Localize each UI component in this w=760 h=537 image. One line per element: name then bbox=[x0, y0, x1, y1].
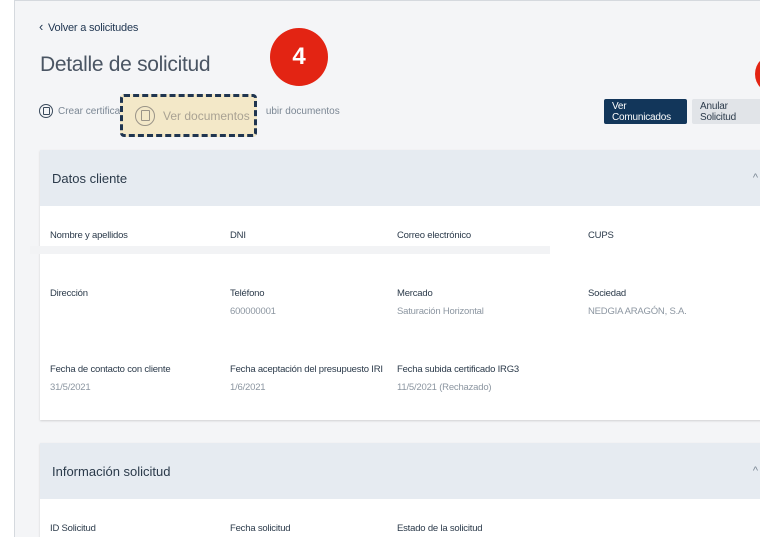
cancel-request-button[interactable]: Anular Solicitud bbox=[692, 99, 760, 124]
request-info-title: Información solicitud bbox=[52, 463, 171, 479]
chevron-up-icon[interactable]: ^ bbox=[753, 465, 758, 477]
step-badge-partial bbox=[755, 54, 760, 94]
field-phone: Teléfono 600000001 bbox=[230, 288, 276, 317]
view-documents-label: Ver documentos bbox=[163, 108, 250, 123]
chevron-up-icon[interactable]: ^ bbox=[753, 172, 758, 184]
client-data-header[interactable]: Datos cliente ^ bbox=[40, 150, 760, 206]
field-phone-label: Teléfono bbox=[230, 288, 265, 299]
field-iri-date-label: Fecha aceptación del presupuesto IRI bbox=[230, 364, 383, 375]
document-icon bbox=[135, 105, 155, 126]
back-link-label: Volver a solicitudes bbox=[48, 22, 139, 34]
field-company-value: NEDGIA ARAGÓN, S.A. bbox=[588, 306, 687, 317]
field-company-label: Sociedad bbox=[588, 288, 627, 299]
field-irg3-date: Fecha subida certificado IRG3 11/5/2021 … bbox=[397, 364, 519, 393]
field-name-label: Nombre y apellidos bbox=[50, 230, 128, 241]
chevron-left-icon: ‹ bbox=[39, 19, 44, 34]
field-request-id: ID Solicitud bbox=[50, 523, 96, 534]
request-info-header[interactable]: Información solicitud ^ bbox=[40, 443, 760, 499]
create-certificate-label: Crear certificad bbox=[58, 105, 126, 117]
upload-documents-action[interactable]: ubir documentos bbox=[266, 106, 340, 117]
certificate-icon bbox=[39, 104, 53, 118]
field-request-id-label: ID Solicitud bbox=[50, 523, 96, 534]
field-email: Correo electrónico bbox=[397, 230, 471, 241]
redacted-bar bbox=[30, 246, 550, 254]
field-request-status-label: Estado de la solicitud bbox=[397, 523, 483, 534]
page-container: ‹ Volver a solicitudes Detalle de solici… bbox=[14, 0, 760, 537]
field-dni-label: DNI bbox=[230, 230, 246, 241]
field-address: Dirección bbox=[50, 288, 88, 299]
field-irg3-date-value: 11/5/2021 (Rechazado) bbox=[397, 382, 492, 393]
create-certificate-action[interactable]: Crear certificad bbox=[39, 104, 126, 118]
upload-documents-label: ubir documentos bbox=[265, 105, 340, 117]
field-market-label: Mercado bbox=[397, 288, 433, 299]
field-request-date: Fecha solicitud bbox=[230, 523, 291, 534]
field-cups: CUPS bbox=[588, 230, 614, 241]
field-dni: DNI bbox=[230, 230, 246, 241]
field-company: Sociedad NEDGIA ARAGÓN, S.A. bbox=[588, 288, 687, 317]
field-address-label: Dirección bbox=[50, 288, 88, 299]
field-phone-value: 600000001 bbox=[230, 306, 276, 317]
view-documents-action[interactable]: Ver documentos bbox=[120, 94, 257, 137]
field-market: Mercado Saturación Horizontal bbox=[397, 288, 484, 317]
request-info-card: Información solicitud ^ ID Solicitud Fec… bbox=[40, 443, 760, 537]
field-iri-date: Fecha aceptación del presupuesto IRI 1/6… bbox=[230, 364, 383, 393]
field-contact-date: Fecha de contacto con cliente 31/5/2021 bbox=[50, 364, 171, 393]
back-link[interactable]: ‹ Volver a solicitudes bbox=[39, 19, 138, 34]
field-email-label: Correo electrónico bbox=[397, 230, 472, 241]
field-request-date-label: Fecha solicitud bbox=[230, 523, 291, 534]
field-contact-date-label: Fecha de contacto con cliente bbox=[50, 364, 171, 375]
field-contact-date-value: 31/5/2021 bbox=[50, 382, 91, 393]
client-data-card: Datos cliente ^ Nombre y apellidos DNI C… bbox=[30, 150, 760, 420]
field-irg3-date-label: Fecha subida certificado IRG3 bbox=[397, 364, 519, 375]
field-request-status: Estado de la solicitud bbox=[397, 523, 483, 534]
client-data-title: Datos cliente bbox=[52, 170, 128, 186]
field-market-value: Saturación Horizontal bbox=[397, 306, 484, 317]
step-badge: 4 bbox=[270, 28, 328, 86]
page-title: Detalle de solicitud bbox=[40, 53, 211, 76]
field-iri-date-value: 1/6/2021 bbox=[230, 382, 266, 393]
field-name: Nombre y apellidos bbox=[50, 230, 128, 241]
field-cups-label: CUPS bbox=[588, 230, 614, 241]
view-communications-button[interactable]: Ver Comunicados bbox=[604, 99, 687, 124]
